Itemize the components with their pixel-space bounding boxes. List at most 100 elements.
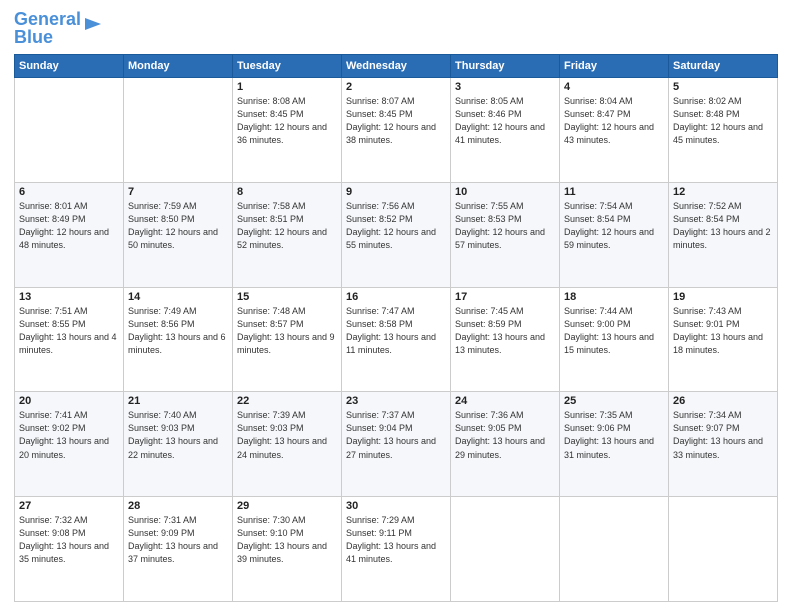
day-info: Sunrise: 7:54 AMSunset: 8:54 PMDaylight:… bbox=[564, 200, 664, 252]
day-info: Sunrise: 7:45 AMSunset: 8:59 PMDaylight:… bbox=[455, 305, 555, 357]
calendar-day-cell: 19 Sunrise: 7:43 AMSunset: 9:01 PMDayligh… bbox=[669, 287, 778, 392]
day-info: Sunrise: 7:30 AMSunset: 9:10 PMDaylight:… bbox=[237, 514, 337, 566]
weekday-header: Sunday bbox=[15, 55, 124, 78]
day-number: 5 bbox=[673, 81, 773, 93]
day-info: Sunrise: 8:02 AMSunset: 8:48 PMDaylight:… bbox=[673, 95, 773, 147]
calendar-day-cell bbox=[451, 497, 560, 602]
day-info: Sunrise: 7:44 AMSunset: 9:00 PMDaylight:… bbox=[564, 305, 664, 357]
day-number: 30 bbox=[346, 500, 446, 512]
day-number: 9 bbox=[346, 186, 446, 198]
calendar-day-cell: 4 Sunrise: 8:04 AMSunset: 8:47 PMDaylight… bbox=[560, 78, 669, 183]
calendar-week-row: 20 Sunrise: 7:41 AMSunset: 9:02 PMDayligh… bbox=[15, 392, 778, 497]
calendar-day-cell: 16 Sunrise: 7:47 AMSunset: 8:58 PMDayligh… bbox=[342, 287, 451, 392]
calendar-day-cell: 12 Sunrise: 7:52 AMSunset: 8:54 PMDayligh… bbox=[669, 182, 778, 287]
day-info: Sunrise: 7:32 AMSunset: 9:08 PMDaylight:… bbox=[19, 514, 119, 566]
day-info: Sunrise: 8:05 AMSunset: 8:46 PMDaylight:… bbox=[455, 95, 555, 147]
calendar-day-cell bbox=[560, 497, 669, 602]
day-number: 8 bbox=[237, 186, 337, 198]
calendar-table: SundayMondayTuesdayWednesdayThursdayFrid… bbox=[14, 54, 778, 602]
calendar-day-cell: 23Sunrise: 7:37 AMSunset: 9:04 PMDayligh… bbox=[342, 392, 451, 497]
calendar-day-cell: 22Sunrise: 7:39 AMSunset: 9:03 PMDayligh… bbox=[233, 392, 342, 497]
weekday-header: Wednesday bbox=[342, 55, 451, 78]
calendar-day-cell: 2 Sunrise: 8:07 AMSunset: 8:45 PMDaylight… bbox=[342, 78, 451, 183]
calendar-day-cell bbox=[124, 78, 233, 183]
calendar-week-row: 1 Sunrise: 8:08 AMSunset: 8:45 PMDaylight… bbox=[15, 78, 778, 183]
day-info: Sunrise: 7:40 AMSunset: 9:03 PMDaylight:… bbox=[128, 409, 228, 461]
day-info: Sunrise: 8:01 AMSunset: 8:49 PMDaylight:… bbox=[19, 200, 119, 252]
day-info: Sunrise: 7:52 AMSunset: 8:54 PMDaylight:… bbox=[673, 200, 773, 252]
day-number: 6 bbox=[19, 186, 119, 198]
day-number: 16 bbox=[346, 291, 446, 303]
logo-general: General bbox=[14, 9, 81, 29]
calendar-day-cell: 9 Sunrise: 7:56 AMSunset: 8:52 PMDaylight… bbox=[342, 182, 451, 287]
calendar-day-cell: 26 Sunrise: 7:34 AMSunset: 9:07 PMDayligh… bbox=[669, 392, 778, 497]
calendar-day-cell: 20 Sunrise: 7:41 AMSunset: 9:02 PMDayligh… bbox=[15, 392, 124, 497]
day-number: 11 bbox=[564, 186, 664, 198]
calendar-day-cell: 17Sunrise: 7:45 AMSunset: 8:59 PMDayligh… bbox=[451, 287, 560, 392]
weekday-header: Thursday bbox=[451, 55, 560, 78]
header: General Blue bbox=[14, 10, 778, 46]
calendar-day-cell: 3 Sunrise: 8:05 AMSunset: 8:46 PMDaylight… bbox=[451, 78, 560, 183]
day-info: Sunrise: 7:56 AMSunset: 8:52 PMDaylight:… bbox=[346, 200, 446, 252]
day-info: Sunrise: 7:29 AMSunset: 9:11 PMDaylight:… bbox=[346, 514, 446, 566]
day-number: 29 bbox=[237, 500, 337, 512]
calendar-day-cell: 8 Sunrise: 7:58 AMSunset: 8:51 PMDaylight… bbox=[233, 182, 342, 287]
calendar-day-cell: 7 Sunrise: 7:59 AMSunset: 8:50 PMDaylight… bbox=[124, 182, 233, 287]
calendar-day-cell: 30 Sunrise: 7:29 AMSunset: 9:11 PMDayligh… bbox=[342, 497, 451, 602]
day-number: 18 bbox=[564, 291, 664, 303]
calendar-day-cell: 6 Sunrise: 8:01 AMSunset: 8:49 PMDaylight… bbox=[15, 182, 124, 287]
calendar-day-cell bbox=[669, 497, 778, 602]
calendar-week-row: 13Sunrise: 7:51 AMSunset: 8:55 PMDayligh… bbox=[15, 287, 778, 392]
day-number: 12 bbox=[673, 186, 773, 198]
day-info: Sunrise: 8:07 AMSunset: 8:45 PMDaylight:… bbox=[346, 95, 446, 147]
day-info: Sunrise: 7:58 AMSunset: 8:51 PMDaylight:… bbox=[237, 200, 337, 252]
day-info: Sunrise: 7:55 AMSunset: 8:53 PMDaylight:… bbox=[455, 200, 555, 252]
day-number: 28 bbox=[128, 500, 228, 512]
calendar-day-cell: 13Sunrise: 7:51 AMSunset: 8:55 PMDayligh… bbox=[15, 287, 124, 392]
day-info: Sunrise: 7:51 AMSunset: 8:55 PMDaylight:… bbox=[19, 305, 119, 357]
day-info: Sunrise: 7:48 AMSunset: 8:57 PMDaylight:… bbox=[237, 305, 337, 357]
day-number: 10 bbox=[455, 186, 555, 198]
calendar-day-cell: 29 Sunrise: 7:30 AMSunset: 9:10 PMDayligh… bbox=[233, 497, 342, 602]
day-number: 3 bbox=[455, 81, 555, 93]
day-info: Sunrise: 8:08 AMSunset: 8:45 PMDaylight:… bbox=[237, 95, 337, 147]
weekday-header: Saturday bbox=[669, 55, 778, 78]
day-info: Sunrise: 7:31 AMSunset: 9:09 PMDaylight:… bbox=[128, 514, 228, 566]
calendar-day-cell bbox=[15, 78, 124, 183]
day-number: 14 bbox=[128, 291, 228, 303]
weekday-header: Tuesday bbox=[233, 55, 342, 78]
day-number: 25 bbox=[564, 395, 664, 407]
calendar-week-row: 27 Sunrise: 7:32 AMSunset: 9:08 PMDayligh… bbox=[15, 497, 778, 602]
day-number: 2 bbox=[346, 81, 446, 93]
day-info: Sunrise: 7:49 AMSunset: 8:56 PMDaylight:… bbox=[128, 305, 228, 357]
logo-blue: Blue bbox=[14, 27, 53, 47]
day-number: 19 bbox=[673, 291, 773, 303]
day-info: Sunrise: 7:35 AMSunset: 9:06 PMDaylight:… bbox=[564, 409, 664, 461]
calendar-day-cell: 24Sunrise: 7:36 AMSunset: 9:05 PMDayligh… bbox=[451, 392, 560, 497]
weekday-header: Monday bbox=[124, 55, 233, 78]
calendar-day-cell: 28 Sunrise: 7:31 AMSunset: 9:09 PMDayligh… bbox=[124, 497, 233, 602]
weekday-header: Friday bbox=[560, 55, 669, 78]
day-number: 26 bbox=[673, 395, 773, 407]
day-info: Sunrise: 7:59 AMSunset: 8:50 PMDaylight:… bbox=[128, 200, 228, 252]
day-info: Sunrise: 8:04 AMSunset: 8:47 PMDaylight:… bbox=[564, 95, 664, 147]
day-info: Sunrise: 7:43 AMSunset: 9:01 PMDaylight:… bbox=[673, 305, 773, 357]
day-info: Sunrise: 7:47 AMSunset: 8:58 PMDaylight:… bbox=[346, 305, 446, 357]
day-info: Sunrise: 7:37 AMSunset: 9:04 PMDaylight:… bbox=[346, 409, 446, 461]
logo-text: General Blue bbox=[14, 10, 81, 46]
calendar-day-cell: 21 Sunrise: 7:40 AMSunset: 9:03 PMDayligh… bbox=[124, 392, 233, 497]
calendar-day-cell: 27 Sunrise: 7:32 AMSunset: 9:08 PMDayligh… bbox=[15, 497, 124, 602]
calendar-week-row: 6 Sunrise: 8:01 AMSunset: 8:49 PMDaylight… bbox=[15, 182, 778, 287]
day-info: Sunrise: 7:41 AMSunset: 9:02 PMDaylight:… bbox=[19, 409, 119, 461]
day-number: 7 bbox=[128, 186, 228, 198]
weekday-header-row: SundayMondayTuesdayWednesdayThursdayFrid… bbox=[15, 55, 778, 78]
day-info: Sunrise: 7:34 AMSunset: 9:07 PMDaylight:… bbox=[673, 409, 773, 461]
calendar-day-cell: 18 Sunrise: 7:44 AMSunset: 9:00 PMDayligh… bbox=[560, 287, 669, 392]
day-number: 27 bbox=[19, 500, 119, 512]
day-number: 4 bbox=[564, 81, 664, 93]
day-number: 21 bbox=[128, 395, 228, 407]
day-number: 20 bbox=[19, 395, 119, 407]
calendar-day-cell: 11 Sunrise: 7:54 AMSunset: 8:54 PMDayligh… bbox=[560, 182, 669, 287]
day-number: 1 bbox=[237, 81, 337, 93]
calendar-day-cell: 14 Sunrise: 7:49 AMSunset: 8:56 PMDayligh… bbox=[124, 287, 233, 392]
